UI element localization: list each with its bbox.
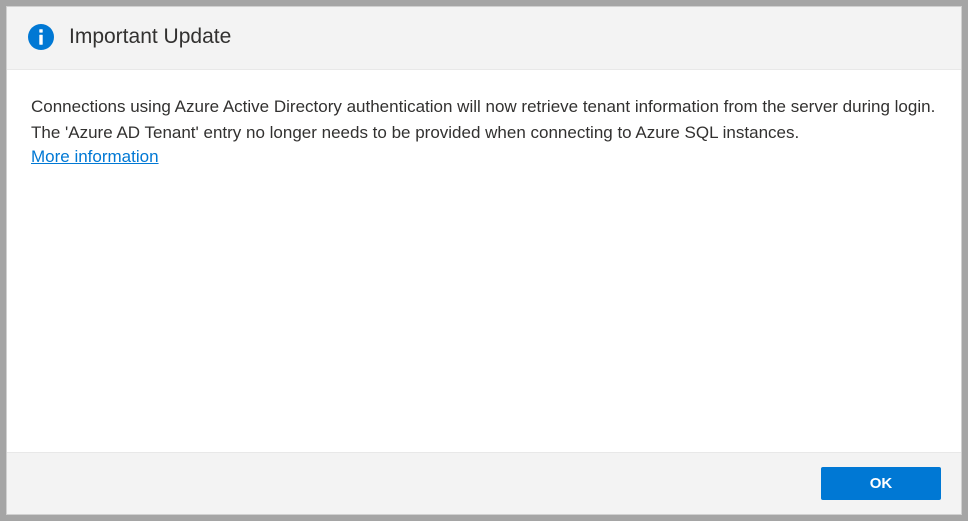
- ok-button[interactable]: OK: [821, 467, 941, 500]
- more-information-link[interactable]: More information: [31, 147, 159, 167]
- dialog-header: Important Update: [7, 7, 961, 70]
- dialog-title: Important Update: [69, 25, 231, 49]
- dialog-footer: OK: [7, 452, 961, 514]
- dialog-body-text: Connections using Azure Active Directory…: [31, 94, 937, 145]
- update-dialog: Important Update Connections using Azure…: [6, 6, 962, 515]
- dialog-body: Connections using Azure Active Directory…: [7, 70, 961, 452]
- info-icon: [27, 23, 55, 51]
